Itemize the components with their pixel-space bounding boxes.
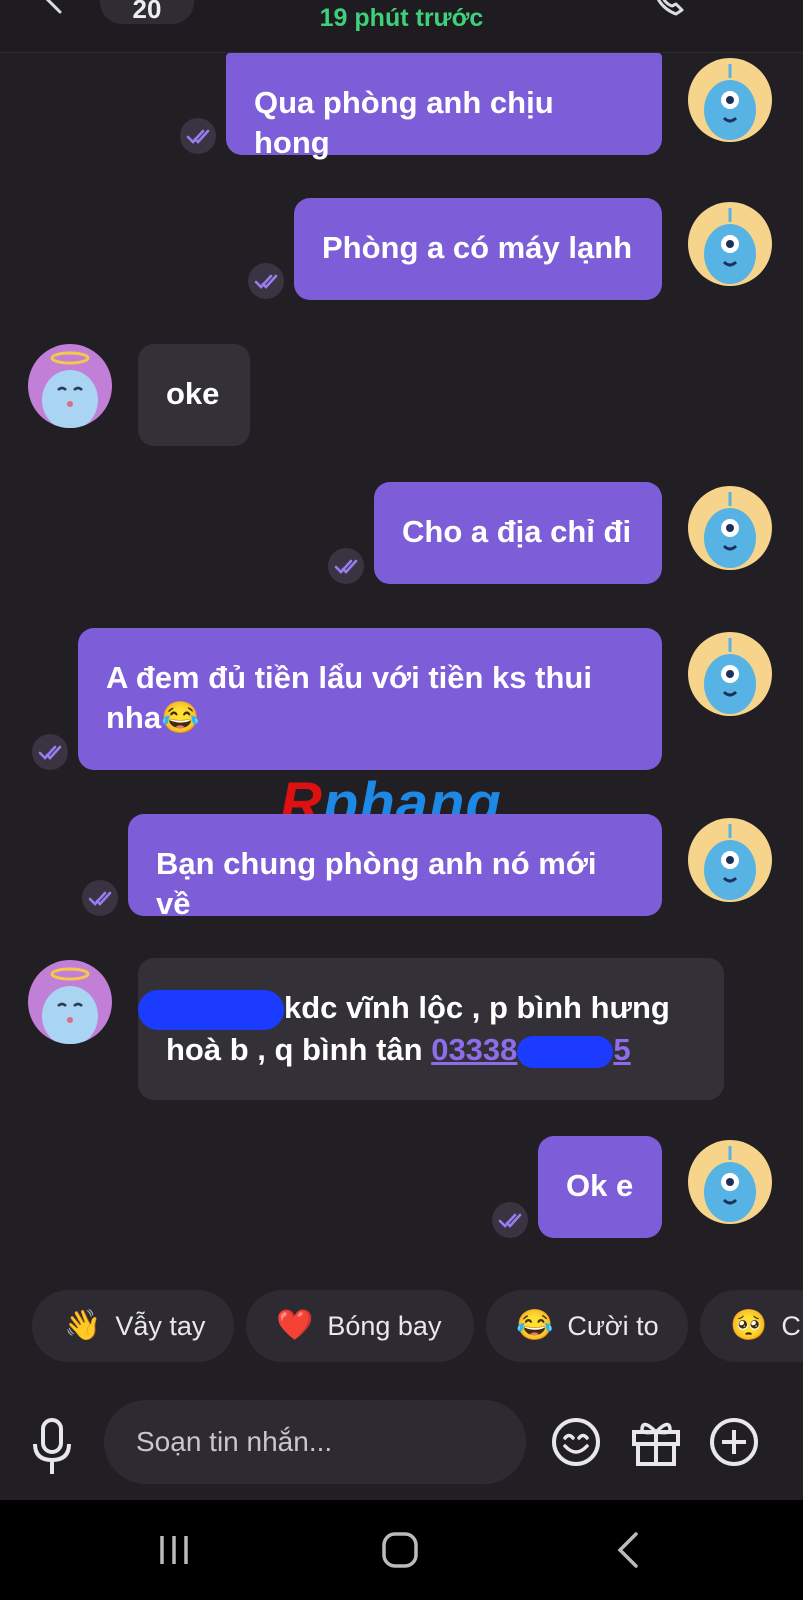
quick-reaction-wave[interactable]: 👋 Vẫy tay [32,1290,234,1362]
message-bubble-received[interactable]: oke [138,344,250,446]
message-bubble-received[interactable]: kdc vĩnh lộc , p bình hưng hoà b , q bìn… [138,958,724,1100]
message-bubble-sent[interactable]: A đem đủ tiền lẩu với tiền ks thui nha😂 [78,628,662,770]
my-avatar[interactable] [688,58,772,142]
seen-check-icon [248,263,284,299]
heart-icon: ❤️ [276,1309,314,1342]
message-text-line1: kdc vĩnh lộc , p bình hưng [138,988,696,1030]
message-text: Bạn chung phòng anh nó mới về [156,846,597,921]
quick-reaction-bar: 👋 Vẫy tay ❤️ Bóng bay 😂 Cười to 🥺 C [0,1290,803,1362]
message-text: Phòng a có máy lạnh [322,230,633,265]
seen-check-icon [32,734,68,770]
sticker-smile-icon[interactable] [550,1416,602,1468]
home-icon[interactable] [380,1530,420,1570]
phone-number-link[interactable]: 03338 5 [431,1032,631,1068]
waving-hand-icon: 👋 [64,1309,102,1342]
message-bubble-sent[interactable]: Qua phòng anh chịu hong [226,53,662,160]
message-text: oke [166,376,220,411]
redaction-mark [517,1035,614,1068]
quick-reaction-balloon[interactable]: ❤️ Bóng bay [246,1290,474,1362]
message-bubble-sent[interactable]: Cho a địa chỉ đi [374,482,662,584]
laughing-face-icon: 😂 [516,1309,554,1342]
mic-icon[interactable] [30,1418,74,1478]
recent-apps-icon[interactable] [156,1530,196,1570]
redaction-mark [138,989,284,1030]
message-bubble-sent[interactable]: Bạn chung phòng anh nó mới về [128,814,662,921]
my-avatar[interactable] [688,632,772,716]
message-bubble-sent[interactable]: Ok e [538,1136,662,1238]
phone-call-icon[interactable] [650,0,692,18]
my-avatar[interactable] [688,486,772,570]
message-composer [0,1380,803,1500]
chat-header: 20 19 phút trước [0,0,803,53]
seen-check-icon [82,880,118,916]
my-avatar[interactable] [688,1140,772,1224]
contact-avatar[interactable] [28,960,112,1044]
message-text: Cho a địa chỉ đi [402,514,632,549]
my-avatar[interactable] [688,818,772,902]
back-icon[interactable] [608,1530,648,1570]
my-avatar[interactable] [688,202,772,286]
quick-reaction-laugh[interactable]: 😂 Cười to [486,1290,688,1362]
system-navigation-bar [0,1500,803,1600]
seen-check-icon [328,548,364,584]
plus-circle-icon[interactable] [708,1416,760,1468]
message-text-line2: hoà b , q bình tân 03338 5 [166,1031,631,1068]
gift-icon[interactable] [630,1416,682,1468]
contact-avatar[interactable] [28,344,112,428]
message-text: Ok e [566,1168,634,1203]
seen-check-icon [492,1202,528,1238]
message-text-line1: A đem đủ tiền lẩu với tiền ks thui [106,660,592,695]
seen-check-icon [180,118,216,154]
quick-reaction-pleading[interactable]: 🥺 C [700,1290,803,1362]
message-text: Qua phòng anh chịu hong [254,85,554,160]
message-input[interactable] [104,1400,526,1484]
message-text-line2: nha😂 [106,700,200,735]
pleading-face-icon: 🥺 [730,1309,768,1342]
message-bubble-sent[interactable]: Phòng a có máy lạnh [294,198,662,300]
